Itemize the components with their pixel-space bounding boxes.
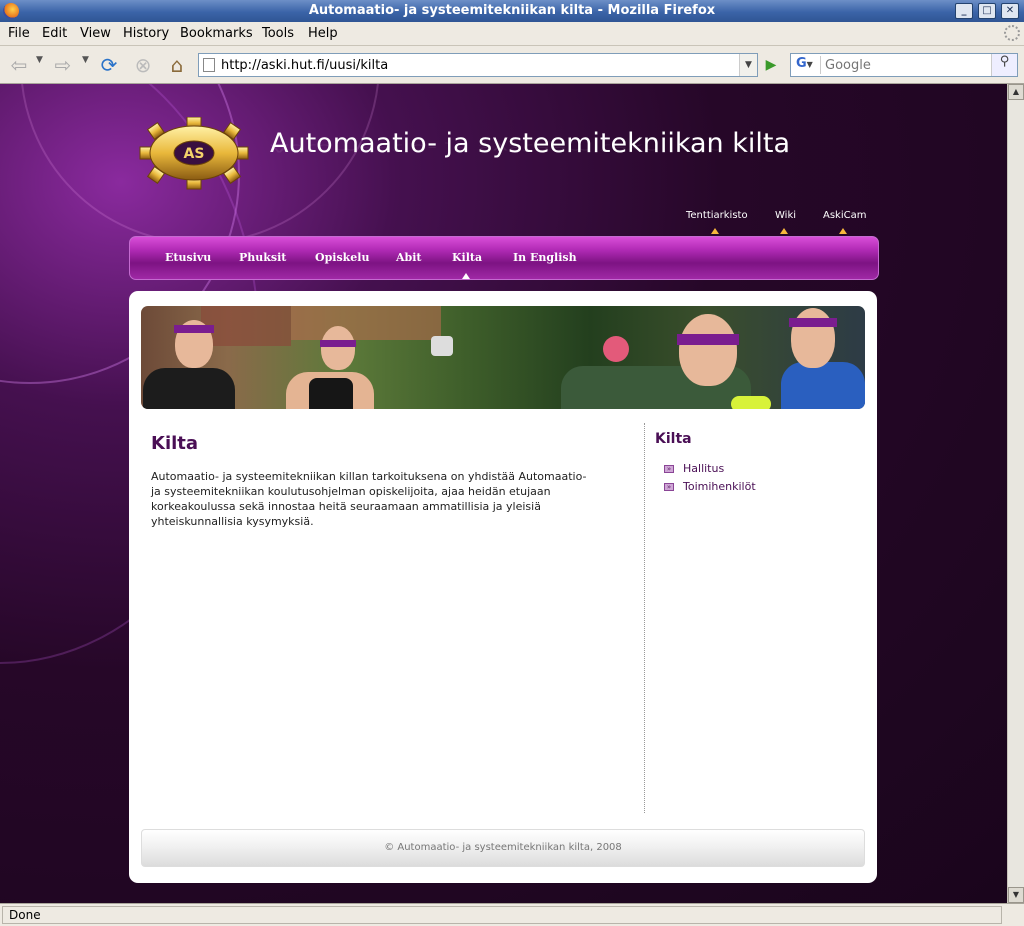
page-footer: © Automaatio- ja systeemitekniikan kilta… [141, 829, 865, 867]
back-button[interactable]: ⇦ [6, 52, 32, 78]
column-divider [644, 423, 645, 813]
maximize-button[interactable]: □ [978, 3, 996, 19]
toplink-wiki[interactable]: Wiki [775, 210, 796, 221]
toplink-marker-icon [780, 228, 788, 234]
window-title: Automaatio- ja systeemitekniikan kilta -… [308, 3, 716, 18]
nav-abit[interactable]: Abit [396, 251, 422, 264]
banner-photo [141, 306, 865, 409]
banner-ball [603, 336, 629, 362]
scroll-up-icon[interactable]: ▲ [1008, 84, 1024, 100]
double-chevron-icon: » [664, 465, 674, 473]
back-dropdown-icon[interactable]: ▼ [36, 55, 43, 65]
url-input[interactable] [221, 56, 731, 74]
banner-shirt [309, 378, 353, 409]
menu-tools[interactable]: Tools [262, 26, 294, 41]
search-box[interactable]: G▼ ⚲ [790, 53, 1018, 77]
nav-kilta[interactable]: Kilta [452, 251, 482, 264]
toplink-askicam[interactable]: AskiCam [823, 210, 866, 221]
banner-person-head [791, 308, 835, 368]
reload-button[interactable]: ⟳ [96, 52, 122, 78]
page-body-text: Automaatio- ja systeemitekniikan killan … [151, 470, 587, 528]
status-text: Done [2, 906, 1002, 924]
banner-building [201, 306, 291, 346]
nav-phuksit[interactable]: Phuksit [239, 251, 286, 264]
menu-history[interactable]: History [123, 26, 169, 41]
double-chevron-icon: » [664, 483, 674, 491]
stop-button[interactable]: ⊗ [130, 52, 156, 78]
banner-headband [320, 340, 356, 347]
throbber-icon [1004, 25, 1020, 41]
vertical-scrollbar[interactable]: ▲ ▼ [1007, 84, 1024, 903]
minimize-button[interactable]: _ [955, 3, 973, 19]
nav-opiskelu[interactable]: Opiskelu [315, 251, 369, 264]
scroll-down-icon[interactable]: ▼ [1008, 887, 1024, 903]
sidebar-heading: Kilta [655, 431, 692, 447]
home-button[interactable]: ⌂ [164, 52, 190, 78]
status-bar: Done [0, 903, 1024, 926]
guild-logo[interactable]: AS [137, 117, 255, 191]
navigation-toolbar: ⇦ ▼ ⇨ ▼ ⟳ ⊗ ⌂ ▼ ▶ G▼ ⚲ [0, 46, 1024, 84]
menu-file[interactable]: File [8, 26, 30, 41]
page-viewport: AS Automaatio- ja systeemitekniikan kilt… [0, 84, 1007, 903]
nav-in-english[interactable]: In English [513, 251, 577, 264]
window-titlebar: Automaatio- ja systeemitekniikan kilta -… [0, 0, 1024, 22]
menu-bookmarks[interactable]: Bookmarks [180, 26, 253, 41]
banner-ball [731, 396, 771, 409]
search-input[interactable] [825, 56, 985, 74]
banner-headband [174, 325, 214, 333]
search-engine-selector[interactable]: G▼ [793, 56, 821, 74]
sidebar-item-label[interactable]: Hallitus [683, 462, 724, 475]
search-engine-label: G [796, 56, 807, 71]
banner-headband [789, 318, 837, 327]
menu-view[interactable]: View [80, 26, 111, 41]
forward-button[interactable]: ⇨ [50, 52, 76, 78]
page-heading: Kilta [151, 433, 199, 454]
footer-copyright: © Automaatio- ja systeemitekniikan kilta… [384, 842, 622, 853]
banner-headband [677, 334, 739, 345]
go-button[interactable]: ▶ [760, 53, 782, 77]
toplink-marker-icon [839, 228, 847, 234]
active-nav-indicator [462, 273, 470, 279]
banner-person-head [321, 326, 355, 370]
page-icon [203, 58, 215, 72]
search-icon[interactable]: ⚲ [991, 54, 1017, 76]
banner-person [781, 362, 865, 409]
toplink-marker-icon [711, 228, 719, 234]
forward-dropdown-icon[interactable]: ▼ [82, 55, 89, 65]
close-button[interactable]: ✕ [1001, 3, 1019, 19]
content-panel: Kilta Automaatio- ja systeemitekniikan k… [129, 291, 877, 883]
url-bar[interactable]: ▼ [198, 53, 758, 77]
logo-text: AS [184, 146, 205, 162]
menu-edit[interactable]: Edit [42, 26, 67, 41]
toplink-tenttiarkisto[interactable]: Tenttiarkisto [686, 210, 748, 221]
menu-help[interactable]: Help [308, 26, 338, 41]
menu-bar: File Edit View History Bookmarks Tools H… [0, 22, 1024, 46]
sidebar-item-label[interactable]: Toimihenkilöt [683, 480, 756, 493]
banner-person [143, 368, 235, 409]
banner-car [431, 336, 453, 356]
main-navigation: Etusivu Phuksit Opiskelu Abit Kilta In E… [129, 236, 879, 280]
banner-person-head [679, 314, 737, 386]
nav-etusivu[interactable]: Etusivu [165, 251, 211, 264]
site-title-reflection: Automaatio- ja systeemitekniikan kilta [270, 141, 790, 154]
banner-building [291, 306, 441, 340]
url-dropdown-icon[interactable]: ▼ [739, 54, 757, 76]
